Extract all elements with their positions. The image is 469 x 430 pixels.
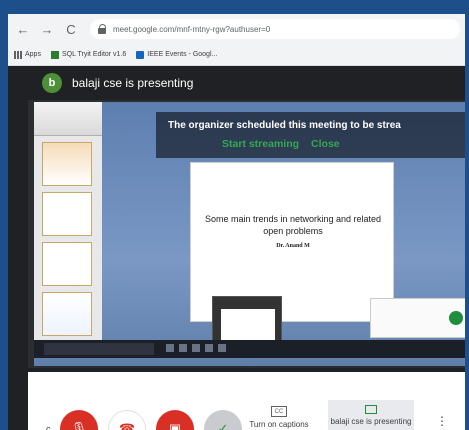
popup-preview	[221, 309, 275, 343]
captions-icon: CC	[271, 406, 287, 417]
browser-window: ← → C meet.google.com/mnf-mtny-rgw?authu…	[8, 14, 465, 430]
meeting-controls: c 🎙 ☎ ▣ ✓ CC Turn on captions balaji cse…	[28, 372, 465, 430]
reload-icon[interactable]: C	[62, 20, 80, 38]
taskbar-icon	[166, 344, 174, 352]
taskbar-search	[44, 343, 154, 355]
bookmark-apps[interactable]: Apps	[14, 50, 41, 59]
camera-off-icon: ▣	[168, 421, 182, 430]
taskbar-icons	[166, 344, 231, 352]
captions-label: Turn on captions	[249, 420, 309, 429]
hangup-icon: ☎	[118, 421, 136, 430]
ppt-window	[34, 102, 102, 342]
apps-icon	[14, 50, 22, 59]
bookmark-ieee[interactable]: IEEE Events - Googl...	[136, 50, 217, 59]
present-icon	[365, 404, 377, 414]
check-icon: ✓	[217, 421, 229, 430]
organizer-notice: The organizer scheduled this meeting to …	[156, 112, 465, 158]
browser-chrome: ← → C meet.google.com/mnf-mtny-rgw?authu…	[8, 14, 465, 66]
lock-icon	[98, 24, 107, 34]
address-bar[interactable]: meet.google.com/mnf-mtny-rgw?authuser=0	[90, 19, 460, 39]
presentation-stage: Some main trends in networking and relat…	[28, 100, 465, 368]
avatar: b	[42, 73, 62, 93]
forward-icon[interactable]: →	[38, 20, 56, 38]
presenting-label: balaji cse is presenting	[330, 416, 412, 426]
taskbar-icon	[192, 344, 200, 352]
url-text: meet.google.com/mnf-mtny-rgw?authuser=0	[113, 24, 271, 34]
organizer-actions: Start streaming Close	[222, 138, 352, 150]
slide-thumbnail	[42, 242, 92, 286]
taskbar-icon	[179, 344, 187, 352]
left-label: c	[46, 424, 51, 430]
mic-button[interactable]: 🎙	[60, 410, 98, 430]
more-options-icon[interactable]: ⋮	[436, 414, 448, 428]
notification-icon	[449, 311, 463, 325]
mic-off-icon: 🎙	[70, 421, 88, 430]
camera-button[interactable]: ▣	[156, 410, 194, 430]
captions-button[interactable]: CC Turn on captions	[244, 406, 314, 429]
close-button[interactable]: Close	[311, 138, 340, 150]
ieee-icon	[136, 50, 145, 59]
sql-icon	[50, 50, 59, 59]
presenter-bar: b balaji cse is presenting	[8, 66, 465, 100]
slide-author: Dr. Anand M	[276, 243, 310, 249]
check-button[interactable]: ✓	[204, 410, 242, 430]
slide-thumbnail	[42, 192, 92, 236]
bookmark-sql[interactable]: SQL Tryit Editor v1.6	[50, 50, 126, 59]
taskbar-icon	[205, 344, 213, 352]
ppt-ribbon	[34, 102, 102, 136]
back-icon[interactable]: ←	[14, 20, 32, 38]
taskbar	[34, 340, 465, 358]
presenter-text: balaji cse is presenting	[72, 76, 194, 90]
hangup-button[interactable]: ☎	[108, 410, 146, 430]
bookmarks-bar: Apps SQL Tryit Editor v1.6 IEEE Events -…	[8, 44, 465, 66]
notification-popup	[370, 298, 465, 338]
taskbar-icon	[218, 344, 226, 352]
organizer-message: The organizer scheduled this meeting to …	[168, 120, 401, 131]
slide-title: Some main trends in networking and relat…	[204, 214, 382, 236]
presenting-button[interactable]: balaji cse is presenting	[328, 400, 414, 430]
thumbnail-popup	[212, 296, 282, 346]
start-streaming-button[interactable]: Start streaming	[222, 138, 299, 150]
slide-thumbnail	[42, 292, 92, 336]
slide-thumbnail	[42, 142, 92, 186]
